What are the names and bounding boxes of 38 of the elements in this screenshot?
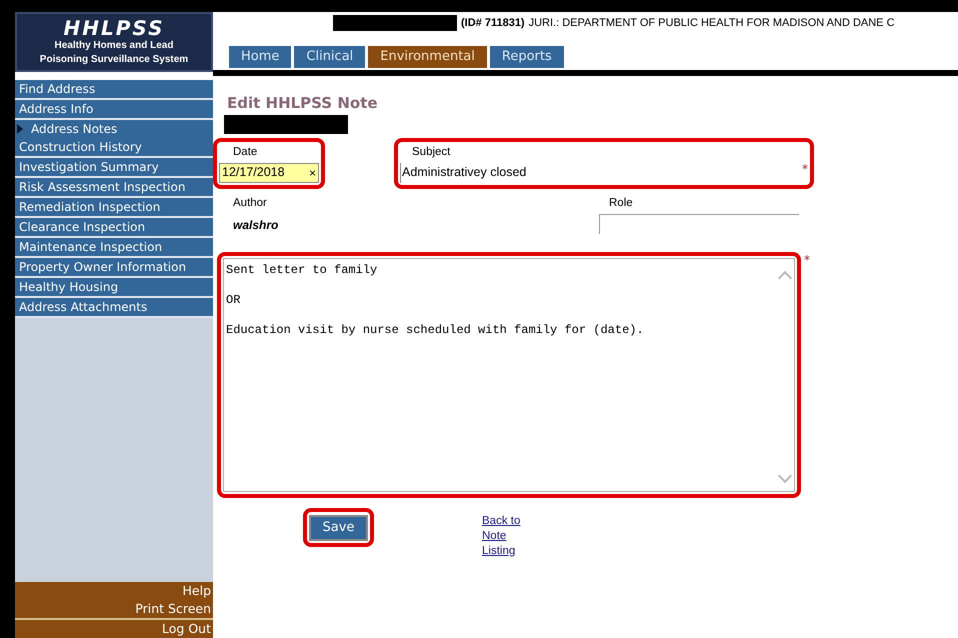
logo-title: HHLPSS xyxy=(64,17,164,39)
required-marker: * xyxy=(804,254,810,266)
nav-tab[interactable]: Home xyxy=(229,46,292,68)
field-label: Subject xyxy=(411,144,452,160)
required-marker: * xyxy=(802,162,808,175)
sidebar-item[interactable]: Clearance Inspection xyxy=(15,218,213,238)
role-field[interactable] xyxy=(599,214,799,234)
save-button[interactable]: Save xyxy=(309,514,368,541)
nav-tab[interactable]: Environmental xyxy=(368,46,487,68)
field-label: Role xyxy=(608,196,634,211)
sidebar-item[interactable]: Property Owner Information xyxy=(15,258,213,278)
clear-button[interactable]: × xyxy=(308,164,316,182)
date-field[interactable]: 12/17/2018 × xyxy=(219,162,319,183)
field-label: Author xyxy=(233,196,268,211)
footer-link[interactable]: Help xyxy=(15,582,213,600)
footer-link[interactable]: Log Out xyxy=(15,620,213,638)
subject-field[interactable]: Administrativey closed xyxy=(400,162,802,183)
sidebar-item[interactable]: Healthy Housing xyxy=(15,278,213,298)
logo-subtitle: Healthy Homes and Lead Poisoning Surveillance System xyxy=(38,39,190,67)
sidebar-item[interactable]: Remediation Inspection xyxy=(15,198,213,218)
field-label: Date xyxy=(232,144,258,160)
page-title: Edit HHLPSS Note xyxy=(227,93,379,114)
sidebar-item[interactable]: Find Address xyxy=(15,80,213,100)
sidebar-item[interactable]: Address Attachments xyxy=(15,298,213,318)
sidebar-item[interactable]: Construction History xyxy=(15,138,213,158)
sidebar-item[interactable]: Maintenance Inspection xyxy=(15,238,213,258)
back-link[interactable]: Back to Note Listing xyxy=(482,514,524,559)
footer-link[interactable]: Print Screen xyxy=(15,600,213,620)
sidebar-item[interactable]: Address Info xyxy=(15,100,213,120)
author-name: walshro xyxy=(233,217,280,234)
record-id: (ID# 711831) xyxy=(461,16,525,31)
sidebar-item[interactable]: Address Notes xyxy=(15,120,213,138)
nav-tab[interactable]: Clinical xyxy=(294,46,366,68)
sidebar-item[interactable]: Investigation Summary xyxy=(15,158,213,178)
jurisdiction-text: JURI.: DEPARTMENT OF PUBLIC HEALTH FOR MADISON AND DANE C xyxy=(528,16,895,31)
note-textarea[interactable]: Sent letter to family OR Education visit by nurse scheduled with family for (date). xyxy=(223,258,795,492)
sidebar-item[interactable]: Risk Assessment Inspection xyxy=(15,178,213,198)
nav-tab[interactable]: Reports xyxy=(490,46,564,68)
